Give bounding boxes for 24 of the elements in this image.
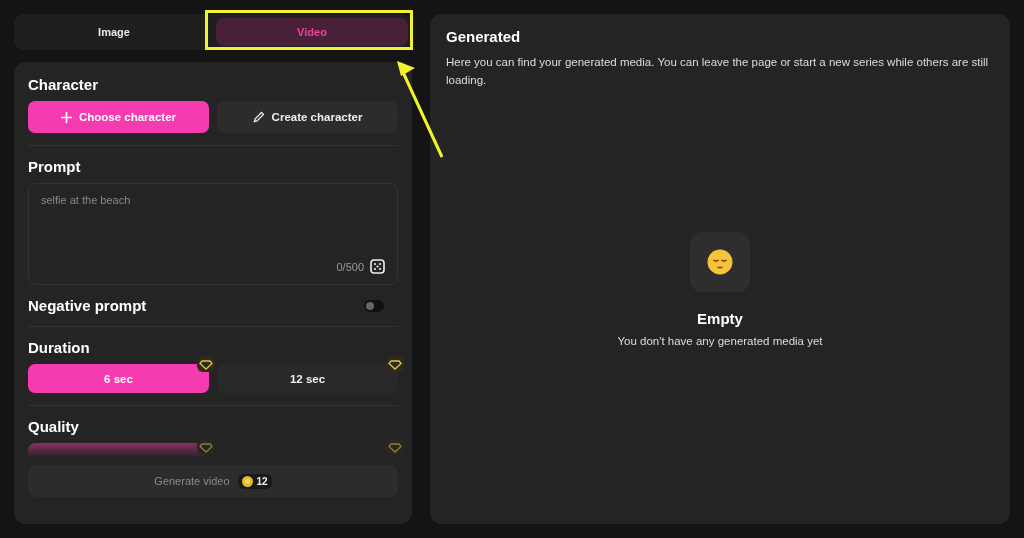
quality-option[interactable] (28, 443, 209, 457)
empty-message: You don't have any generated media yet (617, 335, 823, 347)
negative-prompt-toggle[interactable] (364, 299, 384, 312)
duration-option[interactable]: 12 sec (217, 364, 398, 393)
section-title: Duration (28, 339, 91, 356)
sad-face-icon (707, 249, 733, 275)
mode-tab[interactable]: Image (18, 18, 210, 46)
section-title: Negative prompt (28, 297, 147, 314)
character-counter: 0/500 (336, 260, 364, 273)
mode-tab[interactable]: Video (216, 18, 408, 46)
prompt-field[interactable]: selfie at the beach (41, 194, 385, 259)
create-character-button[interactable]: Create character (217, 101, 398, 133)
dice-icon[interactable] (370, 259, 385, 274)
panel-description: Here you can find your generated media. You can leave the page or start a new series while others are still loading. (446, 55, 990, 88)
cost-badge: 12 (237, 473, 272, 489)
section-title: Quality (28, 418, 80, 435)
section-title: Character (28, 76, 100, 93)
pencil-icon (252, 111, 265, 123)
prompt-box[interactable]: selfie at the beach 0/500 (28, 183, 398, 285)
section-title: Prompt (28, 158, 82, 175)
empty-title: Empty (697, 310, 743, 327)
panel-title: Generated (446, 28, 522, 45)
coin-icon (241, 475, 253, 487)
plus-icon (60, 111, 72, 123)
